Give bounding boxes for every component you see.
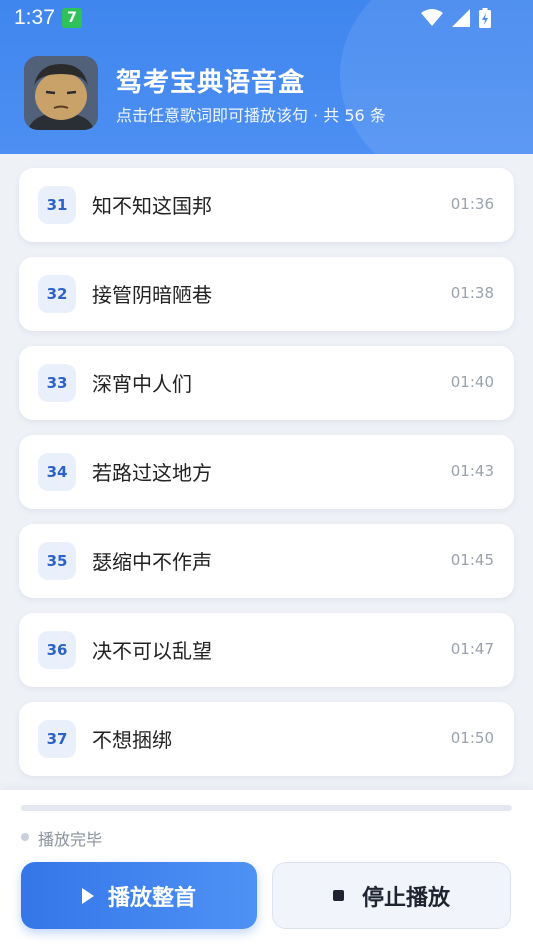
lyric-time: 01:40 bbox=[450, 373, 494, 391]
battery-charging-icon bbox=[479, 7, 491, 28]
lyric-time: 01:45 bbox=[450, 551, 494, 569]
app-header: 1:37 7 驾考宝典语音盒 点击任意歌词即可播放该句 · 共 56 条 bbox=[0, 0, 533, 154]
playback-status: 播放完毕 bbox=[38, 830, 103, 849]
stop-label: 停止播放 bbox=[361, 885, 450, 911]
status-dot bbox=[21, 833, 29, 841]
play-all-label: 播放整首 bbox=[107, 885, 196, 911]
lyric-row[interactable]: 37 不想捆绑 01:50 bbox=[19, 702, 514, 776]
app-title: 驾考宝典语音盒 bbox=[116, 68, 306, 98]
lyric-row[interactable]: 33 深宵中人们 01:40 bbox=[19, 346, 514, 420]
player-panel: 播放完毕 播放整首 停止播放 bbox=[0, 790, 533, 948]
lyric-number: 32 bbox=[38, 275, 76, 313]
stop-button[interactable]: 停止播放 bbox=[272, 862, 511, 929]
lyric-row[interactable]: 34 若路过这地方 01:43 bbox=[19, 435, 514, 509]
status-bar: 1:37 7 bbox=[0, 0, 533, 36]
lyric-time: 01:36 bbox=[450, 195, 494, 213]
status-time: 1:37 bbox=[14, 6, 55, 29]
status-icons bbox=[417, 7, 491, 28]
play-all-button[interactable]: 播放整首 bbox=[21, 862, 257, 929]
app-subtitle: 点击任意歌词即可播放该句 · 共 56 条 bbox=[116, 106, 386, 125]
lyric-row[interactable]: 35 瑟缩中不作声 01:45 bbox=[19, 524, 514, 598]
lyric-row[interactable]: 32 接管阴暗陋巷 01:38 bbox=[19, 257, 514, 331]
wifi-icon bbox=[420, 8, 443, 26]
lyric-text: 若路过这地方 bbox=[92, 461, 212, 485]
lyric-number: 37 bbox=[38, 720, 76, 758]
lyric-text: 深宵中人们 bbox=[92, 372, 192, 396]
lyric-text: 瑟缩中不作声 bbox=[92, 550, 212, 574]
play-icon bbox=[81, 887, 94, 904]
lyrics-list[interactable]: 31 知不知这国邦 01:36 32 接管阴暗陋巷 01:38 33 深宵中人们… bbox=[0, 154, 533, 790]
signal-icon bbox=[451, 8, 470, 27]
stop-icon bbox=[332, 890, 344, 901]
lyric-number: 33 bbox=[38, 364, 76, 402]
lyric-time: 01:50 bbox=[450, 729, 494, 747]
lyric-row[interactable]: 36 决不可以乱望 01:47 bbox=[19, 613, 514, 687]
lyric-text: 不想捆绑 bbox=[92, 728, 172, 752]
lyric-time: 01:38 bbox=[450, 284, 494, 302]
avatar-face-icon bbox=[24, 56, 98, 130]
lyric-text: 决不可以乱望 bbox=[92, 639, 212, 663]
lyric-number: 35 bbox=[38, 542, 76, 580]
lyric-number: 34 bbox=[38, 453, 76, 491]
lyric-time: 01:47 bbox=[450, 640, 494, 658]
progress-bar[interactable] bbox=[21, 805, 512, 811]
lyric-time: 01:43 bbox=[450, 462, 494, 480]
lyric-row[interactable]: 31 知不知这国邦 01:36 bbox=[19, 168, 514, 242]
lyric-number: 31 bbox=[38, 186, 76, 224]
lyric-number: 36 bbox=[38, 631, 76, 669]
notification-badge: 7 bbox=[62, 8, 82, 28]
lyric-text: 接管阴暗陋巷 bbox=[92, 283, 212, 307]
avatar bbox=[24, 56, 98, 130]
lyric-text: 知不知这国邦 bbox=[92, 194, 212, 218]
